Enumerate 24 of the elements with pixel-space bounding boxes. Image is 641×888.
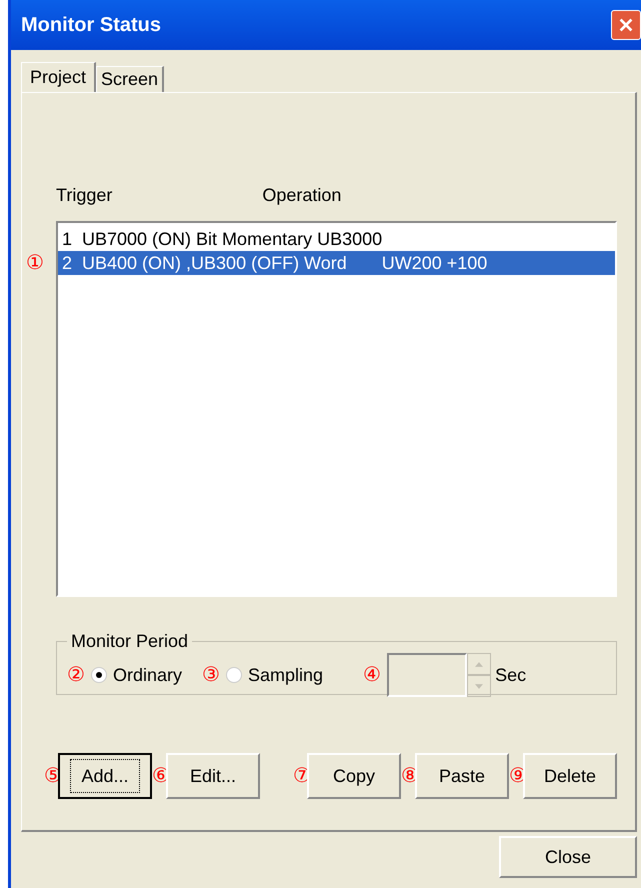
unit-label: Sec bbox=[495, 664, 526, 686]
close-icon[interactable] bbox=[611, 10, 641, 40]
radio-button[interactable] bbox=[91, 667, 107, 683]
tab[interactable]: Screen bbox=[96, 66, 164, 92]
callout-number: ② bbox=[67, 665, 85, 685]
radio-label[interactable]: Sampling bbox=[248, 664, 324, 686]
radio-button[interactable] bbox=[226, 667, 242, 683]
action-button[interactable]: Delete bbox=[523, 753, 617, 799]
column-header: Trigger bbox=[56, 185, 112, 207]
action-button[interactable]: Paste bbox=[415, 753, 509, 799]
action-button[interactable]: Edit... bbox=[166, 753, 260, 799]
action-button[interactable]: Copy bbox=[307, 753, 401, 799]
callout-number: ③ bbox=[202, 665, 220, 685]
callout-number: ④ bbox=[363, 665, 382, 685]
group-title: Monitor Period bbox=[70, 631, 190, 652]
callout-number: ① bbox=[26, 253, 44, 273]
column-header: Operation bbox=[262, 185, 342, 207]
close-button[interactable]: Close bbox=[499, 836, 637, 878]
action-button[interactable]: Add... bbox=[58, 753, 152, 799]
window-title: Monitor Status bbox=[21, 14, 161, 36]
radio-label[interactable]: Ordinary bbox=[113, 664, 182, 686]
tab[interactable]: Project bbox=[21, 62, 96, 92]
list-row[interactable]: 2 UB400 (ON) ,UB300 (OFF) Word UW200 +100 bbox=[58, 251, 615, 275]
list-row[interactable]: 1 UB7000 (ON) Bit Momentary UB3000 bbox=[58, 227, 615, 251]
